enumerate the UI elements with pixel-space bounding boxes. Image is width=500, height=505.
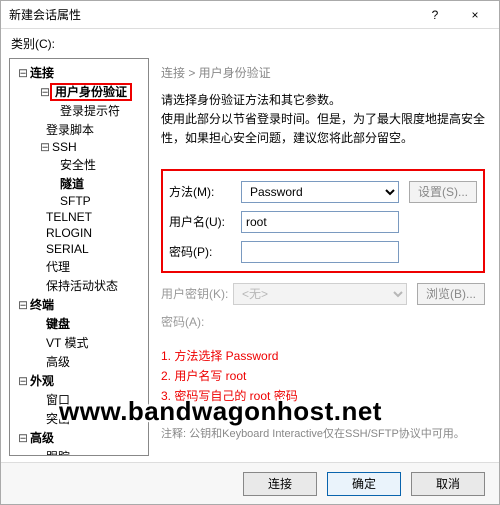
tree-connection[interactable]: ⊟连接 <box>12 63 146 82</box>
ok-button[interactable]: 确定 <box>327 472 401 496</box>
auth-form: 方法(M): Password 设置(S)... 用户名(U): 密码(P): <box>161 169 485 273</box>
tree-appearance[interactable]: ⊟外观 <box>12 371 146 390</box>
tree-adv[interactable]: 高级 <box>12 352 146 371</box>
anno-1: 1. 方法选择 Password <box>161 346 485 366</box>
password-label: 密码(P): <box>169 243 241 260</box>
tree-vt[interactable]: VT 模式 <box>12 333 146 352</box>
setup-button: 设置(S)... <box>409 181 477 203</box>
titlebar: 新建会话属性 ? × <box>1 1 499 29</box>
desc-line2: 使用此部分以节省登录时间。但是，为了最大限度地提高安全性，如果担心安全问题，建议… <box>161 110 485 148</box>
close-icon[interactable]: × <box>455 3 495 27</box>
tree-highlight[interactable]: 突出 <box>12 409 146 428</box>
anno-2: 2. 用户名写 root <box>161 366 485 386</box>
help-icon[interactable]: ? <box>415 3 455 27</box>
tree-proxy[interactable]: 代理 <box>12 257 146 276</box>
note: 注释: 公钥和Keyboard Interactive仅在SSH/SFTP协议中… <box>161 425 485 441</box>
description: 请选择身份验证方法和其它参数。 使用此部分以节省登录时间。但是，为了最大限度地提… <box>161 91 485 149</box>
cancel-button[interactable]: 取消 <box>411 472 485 496</box>
tree-keyboard[interactable]: 键盘 <box>12 314 146 333</box>
tree-terminal[interactable]: ⊟终端 <box>12 295 146 314</box>
tree-tunnel[interactable]: 隧道 <box>12 174 146 193</box>
tree-sftp[interactable]: SFTP <box>12 193 146 209</box>
tree-trace[interactable]: 跟踪 <box>12 447 146 456</box>
tree-security[interactable]: 安全性 <box>12 155 146 174</box>
username-input[interactable] <box>241 211 399 233</box>
tree-login-script[interactable]: 登录脚本 <box>12 120 146 139</box>
tree-advanced[interactable]: ⊟高级 <box>12 428 146 447</box>
session-properties-dialog: 新建会话属性 ? × 类别(C): ⊟连接 ⊟用户身份验证 登录提示符 登录脚本… <box>0 0 500 505</box>
method-label: 方法(M): <box>169 183 241 200</box>
window-title: 新建会话属性 <box>9 6 415 23</box>
userkey-select: <无> <box>233 283 407 305</box>
category-label: 类别(C): <box>11 35 489 52</box>
category-tree[interactable]: ⊟连接 ⊟用户身份验证 登录提示符 登录脚本 ⊟SSH 安全性 隧道 SFTP … <box>9 58 149 456</box>
tree-window[interactable]: 窗口 <box>12 390 146 409</box>
desc-line1: 请选择身份验证方法和其它参数。 <box>161 91 485 110</box>
username-label: 用户名(U): <box>169 213 241 230</box>
right-panel: 连接 > 用户身份验证 请选择身份验证方法和其它参数。 使用此部分以节省登录时间… <box>149 56 499 462</box>
tree-ssh[interactable]: ⊟SSH <box>12 139 146 155</box>
tree-telnet[interactable]: TELNET <box>12 209 146 225</box>
tree-rlogin[interactable]: RLOGIN <box>12 225 146 241</box>
userkey-label: 用户密钥(K): <box>161 285 233 302</box>
connect-button[interactable]: 连接 <box>243 472 317 496</box>
tree-auth[interactable]: ⊟用户身份验证 <box>12 82 146 101</box>
password-a-label: 密码(A): <box>161 313 233 330</box>
annotation: 1. 方法选择 Password 2. 用户名写 root 3. 密码写自己的 … <box>161 346 485 407</box>
category-row: 类别(C): <box>1 29 499 56</box>
tree-serial[interactable]: SERIAL <box>12 241 146 257</box>
password-input[interactable] <box>241 241 399 263</box>
tree-login-prompt[interactable]: 登录提示符 <box>12 101 146 120</box>
anno-3: 3. 密码写自己的 root 密码 <box>161 386 485 406</box>
method-select[interactable]: Password <box>241 181 399 203</box>
footer: 连接 确定 取消 <box>1 462 499 504</box>
browse-button: 浏览(B)... <box>417 283 485 305</box>
tree-keepalive[interactable]: 保持活动状态 <box>12 276 146 295</box>
breadcrumb: 连接 > 用户身份验证 <box>161 64 485 81</box>
